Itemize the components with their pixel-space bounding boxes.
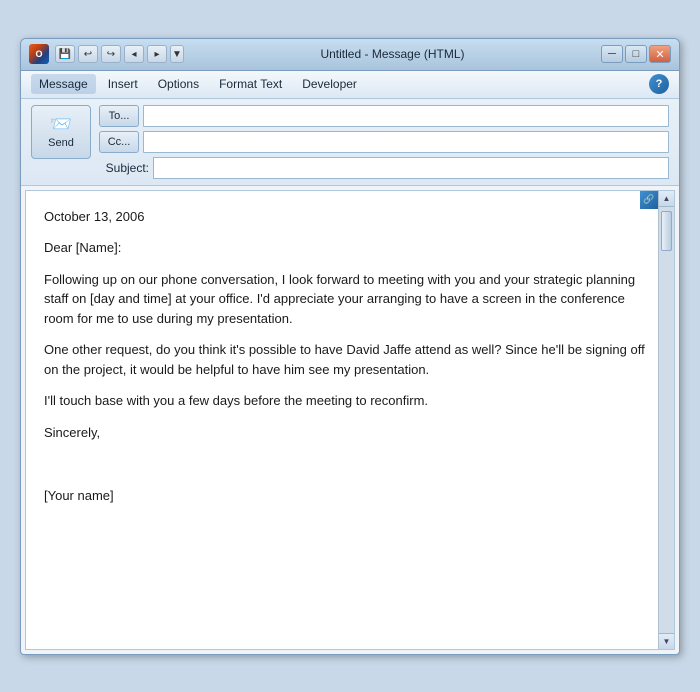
email-paragraph1: Following up on our phone conversation, … [44,270,650,329]
dropdown-button[interactable]: ▼ [170,45,184,63]
forward-button[interactable]: ▸ [147,45,167,63]
outlook-window: O 💾 ↩ ↪ ◂ ▸ ▼ Untitled - Message (HTML) … [20,38,680,655]
title-bar: O 💾 ↩ ↪ ◂ ▸ ▼ Untitled - Message (HTML) … [21,39,679,71]
send-button[interactable]: 📨 Send [31,105,91,159]
window-controls: ─ □ ✕ [601,45,671,63]
menu-insert[interactable]: Insert [100,74,146,94]
to-input[interactable] [143,105,669,127]
close-button[interactable]: ✕ [649,45,671,63]
cc-button[interactable]: Cc... [99,131,139,153]
send-label: Send [48,137,74,149]
undo-button[interactable]: ↩ [78,45,98,63]
menu-message[interactable]: Message [31,74,96,94]
scrollbar[interactable]: ▲ ▼ [658,191,674,649]
message-body[interactable]: October 13, 2006 Dear [Name]: Following … [26,191,674,649]
email-closing: Sincerely, [44,423,650,443]
subject-input[interactable] [153,157,669,179]
scroll-track[interactable] [659,207,674,633]
email-paragraph2: One other request, do you think it's pos… [44,340,650,379]
maximize-button[interactable]: □ [625,45,647,63]
app-icon: O [29,44,49,64]
scroll-thumb[interactable] [661,211,672,251]
message-body-area: 🔗 October 13, 2006 Dear [Name]: Followin… [25,190,675,650]
minimize-button[interactable]: ─ [601,45,623,63]
menu-options[interactable]: Options [150,74,207,94]
menu-developer[interactable]: Developer [294,74,365,94]
scroll-down-arrow[interactable]: ▼ [659,633,675,649]
email-signature: [Your name] [44,486,650,506]
subject-label: Subject: [99,161,149,175]
email-signature-space [44,454,650,474]
scroll-up-arrow[interactable]: ▲ [659,191,675,207]
quick-access-toolbar: 💾 ↩ ↪ ◂ ▸ ▼ [55,45,184,63]
cc-input[interactable] [143,131,669,153]
help-button[interactable]: ? [649,74,669,94]
email-greeting: Dear [Name]: [44,238,650,258]
cc-row: Cc... [99,131,669,153]
menu-bar: Message Insert Options Format Text Devel… [21,71,679,99]
subject-row: Subject: [99,157,669,179]
email-date: October 13, 2006 [44,207,650,227]
back-button[interactable]: ◂ [124,45,144,63]
menu-format-text[interactable]: Format Text [211,74,290,94]
to-button[interactable]: To... [99,105,139,127]
redo-button[interactable]: ↪ [101,45,121,63]
to-row: To... [99,105,669,127]
send-icon: 📨 [50,114,72,135]
email-paragraph3: I'll touch base with you a few days befo… [44,391,650,411]
window-title: Untitled - Message (HTML) [190,47,595,61]
body-icon: 🔗 [640,191,658,209]
save-button[interactable]: 💾 [55,45,75,63]
